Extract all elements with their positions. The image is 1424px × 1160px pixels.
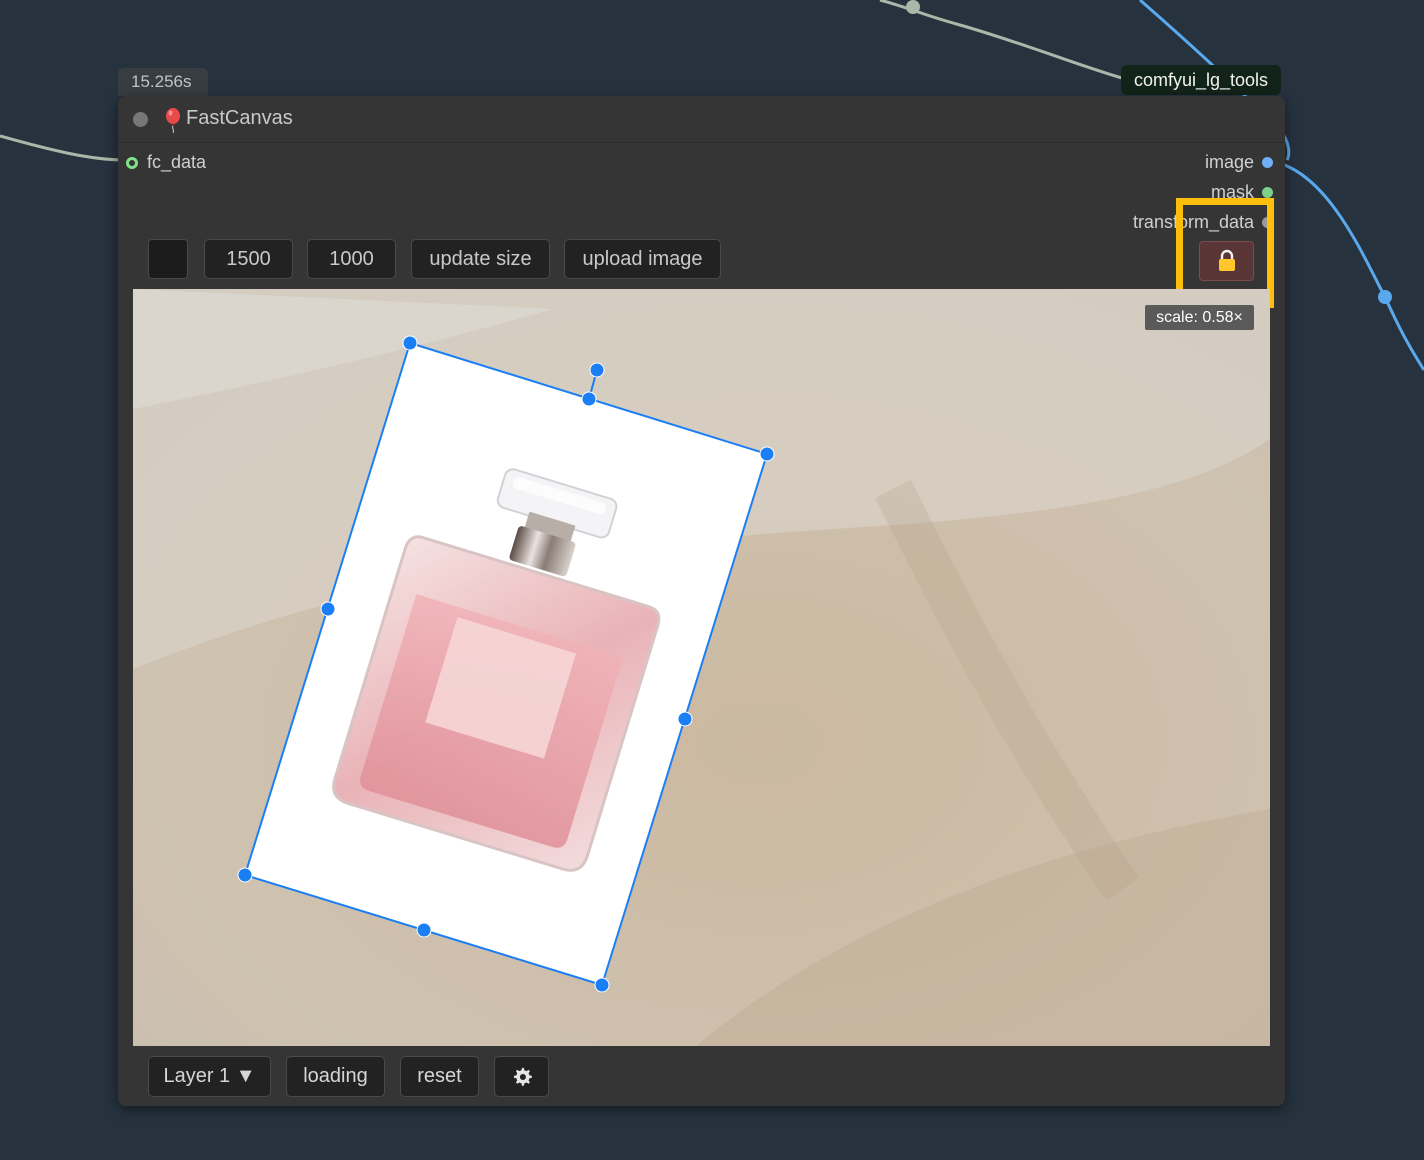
wire-grey-left <box>0 134 126 162</box>
scale-readout: scale: 0.58× <box>1145 305 1254 330</box>
execution-time: 15.256s <box>118 68 208 96</box>
node-header[interactable]: FastCanvas <box>118 96 1285 143</box>
output-slot-dot[interactable] <box>1262 157 1273 168</box>
output-slot-label: image <box>1204 152 1254 172</box>
update-size-button[interactable]: update size <box>411 239 550 279</box>
group-badge: comfyui_lg_tools <box>1121 65 1281 95</box>
wire-blue-right <box>1274 160 1424 371</box>
input-slot-dot[interactable] <box>126 156 138 169</box>
reset-button[interactable]: reset <box>400 1056 479 1097</box>
output-slot-image[interactable]: image <box>1205 152 1273 173</box>
transform-handle[interactable] <box>594 977 610 993</box>
collapse-dot[interactable] <box>133 112 148 127</box>
settings-button[interactable] <box>494 1056 549 1097</box>
canvas-area[interactable] <box>133 289 1270 1046</box>
wire-reroute-dot-blue <box>1378 290 1392 304</box>
transform-handle[interactable] <box>402 335 418 351</box>
transform-handle[interactable] <box>320 601 336 617</box>
upload-image-button[interactable]: upload image <box>564 239 721 279</box>
transform-handle[interactable] <box>589 362 605 378</box>
input-slot-label: fc_data <box>147 152 207 172</box>
loading-button[interactable]: loading <box>286 1056 385 1097</box>
output-slot-dot[interactable] <box>1262 187 1273 198</box>
canvas-height-input[interactable]: 1000 <box>307 239 396 279</box>
gear-icon <box>513 1067 532 1086</box>
layer-select[interactable]: Layer 1 ▼ <box>148 1056 271 1097</box>
transform-handle[interactable] <box>237 867 253 883</box>
input-slot-fc-data[interactable]: fc_data <box>126 152 206 173</box>
canvas-width-input[interactable]: 1500 <box>204 239 293 279</box>
transform-handle[interactable] <box>677 711 693 727</box>
fastcanvas-node[interactable]: FastCanvas fc_data image mask transform_… <box>118 96 1285 1106</box>
canvas-svg[interactable] <box>133 289 1270 1046</box>
transform-handle[interactable] <box>759 446 775 462</box>
transform-handle[interactable] <box>416 922 432 938</box>
balloon-icon <box>166 108 180 133</box>
transform-handle[interactable] <box>581 391 597 407</box>
node-title: FastCanvas <box>186 107 293 129</box>
wire-reroute-dot <box>906 0 920 14</box>
background-color-swatch[interactable] <box>148 239 188 279</box>
